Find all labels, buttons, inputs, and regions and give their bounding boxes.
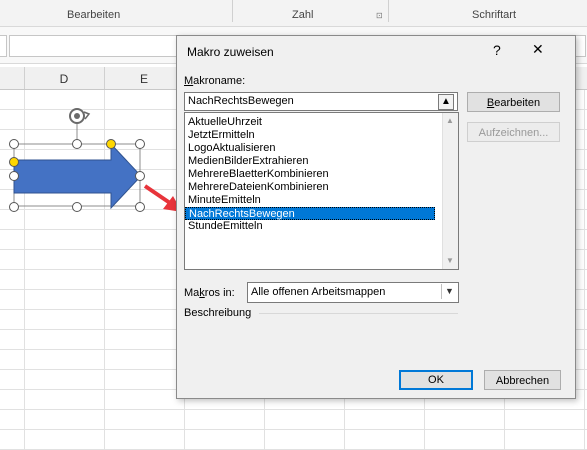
macro-list-item[interactable]: MedienBilderExtrahieren <box>185 155 438 168</box>
help-icon[interactable]: ? <box>493 42 501 58</box>
adjust-handle[interactable] <box>106 139 116 149</box>
macro-list-item[interactable]: AktuelleUhrzeit <box>185 116 438 129</box>
macro-list-item[interactable]: MinuteEmitteln <box>185 194 438 207</box>
close-icon[interactable]: ✕ <box>532 41 544 58</box>
macros-in-select[interactable]: Alle offenen Arbeitsmappen ▼ <box>247 282 459 303</box>
resize-handle[interactable] <box>72 139 82 149</box>
assign-macro-dialog: Makro zuweisen ? ✕ Makroname: NachRechts… <box>176 35 576 399</box>
label-part: Ma <box>184 287 200 299</box>
label-accel: M <box>184 75 194 87</box>
macro-list[interactable]: ▲ ▼ AktuelleUhrzeit JetztErmitteln LogoAkt… <box>184 112 459 270</box>
description-label: Beschreibung <box>184 307 252 319</box>
label-part: ros in: <box>204 287 235 299</box>
scroll-up-icon[interactable]: ▲ <box>446 116 454 125</box>
macro-name-input[interactable]: NachRechtsBewegen ▲ <box>184 92 458 111</box>
macro-list-item[interactable]: JetztErmitteln <box>185 129 438 142</box>
chevron-down-icon[interactable]: ▼ <box>441 284 457 299</box>
macro-list-item[interactable]: StundeEmitteln <box>185 220 438 233</box>
cancel-button[interactable]: Abbrechen <box>484 370 561 390</box>
resize-handle[interactable] <box>135 139 145 149</box>
ok-button[interactable]: OK <box>399 370 473 390</box>
macros-in-label: Makros in: <box>184 287 235 299</box>
record-button[interactable]: Aufzeichnen... <box>467 122 560 142</box>
rotate-handle-icon[interactable] <box>69 108 91 124</box>
button-label: earbeiten <box>494 97 541 109</box>
label-part: akroname: <box>193 75 246 87</box>
adjust-handle[interactable] <box>9 157 19 167</box>
macro-name-value: NachRechtsBewegen <box>188 95 294 107</box>
edit-button[interactable]: Bearbeiten <box>467 92 560 112</box>
macro-list-item[interactable]: MehrereBlaetterKombinieren <box>185 168 438 181</box>
resize-handle[interactable] <box>9 171 19 181</box>
macro-list-item[interactable]: NachRechtsBewegen <box>185 207 435 220</box>
resize-handle[interactable] <box>9 139 19 149</box>
macro-list-item[interactable]: MehrereDateienKombinieren <box>185 181 438 194</box>
scroll-down-icon[interactable]: ▼ <box>446 256 454 265</box>
up-arrow-icon[interactable]: ▲ <box>438 94 454 110</box>
resize-handle[interactable] <box>135 202 145 212</box>
macro-name-label: Makroname: <box>184 75 245 87</box>
resize-handle[interactable] <box>135 171 145 181</box>
macros-in-value: Alle offenen Arbeitsmappen <box>251 286 386 298</box>
resize-handle[interactable] <box>9 202 19 212</box>
resize-handle[interactable] <box>72 202 82 212</box>
description-divider <box>259 313 458 314</box>
right-arrow-shape[interactable] <box>13 142 142 210</box>
dialog-title: Makro zuweisen <box>187 45 274 59</box>
macro-list-scrollbar[interactable]: ▲ ▼ <box>442 113 458 269</box>
macro-list-item[interactable]: LogoAktualisieren <box>185 142 438 155</box>
